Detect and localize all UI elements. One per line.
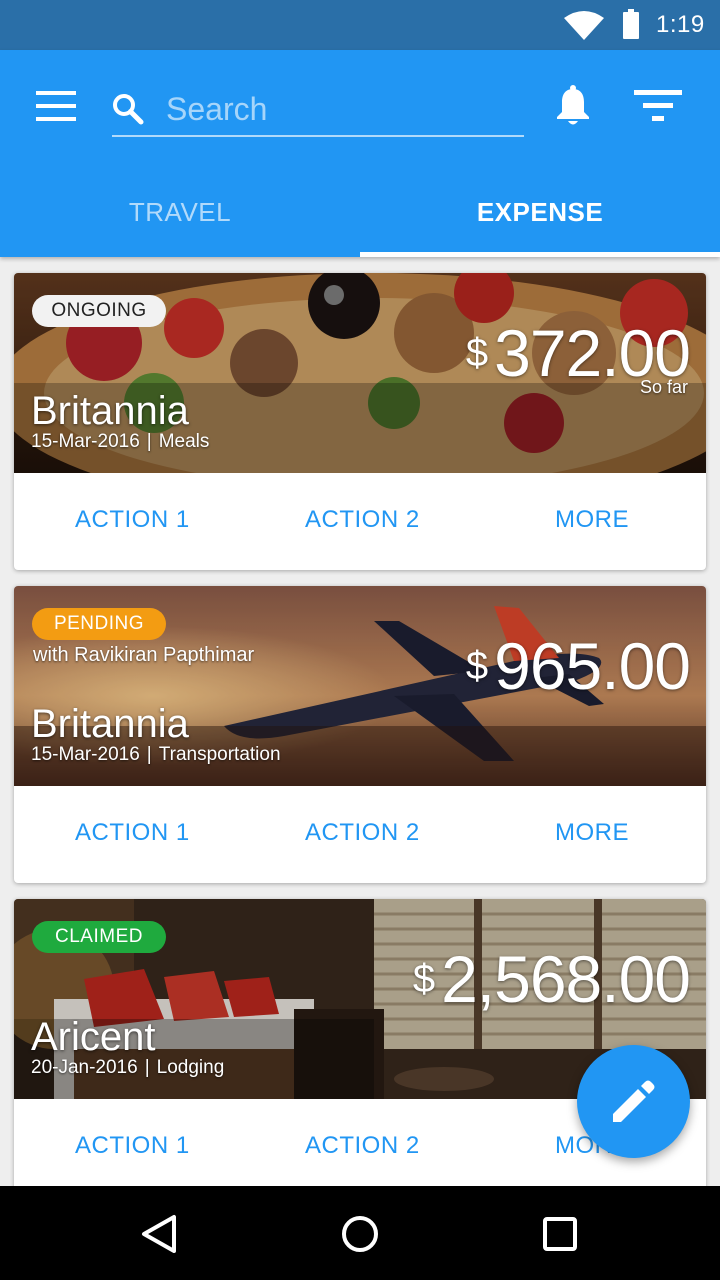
expense-card[interactable]: CLAIMED $2,568.00 Aricent 20-Jan-2016 | Lo… [14, 899, 706, 1196]
expense-amount: $965.00 [465, 628, 691, 704]
search-icon [113, 94, 144, 125]
card-date: 20-Jan-2016 [31, 1057, 138, 1078]
more-button[interactable]: MORE [555, 506, 629, 534]
nav-recents-icon[interactable] [542, 1216, 578, 1252]
amount-value: 2,568.00 [441, 942, 691, 1016]
system-nav-bar [0, 1186, 720, 1280]
card-title: Aricent [31, 1015, 156, 1059]
card-image-meals: ONGOING $372.00 So far Britannia 15-Mar-… [14, 273, 706, 473]
tab-bar: TRAVEL EXPENSE [0, 190, 720, 257]
card-category: Lodging [156, 1057, 225, 1078]
menu-icon[interactable] [36, 91, 76, 121]
card-actions: ACTION 1 ACTION 2 MORE [14, 786, 706, 883]
expense-amount: $2,568.00 [412, 941, 691, 1017]
card-date: 15-Mar-2016 [31, 431, 140, 452]
amount-value: 965.00 [494, 629, 691, 703]
card-actions: ACTION 1 ACTION 2 MORE [14, 473, 706, 570]
card-title: Britannia [31, 389, 189, 433]
tab-indicator [360, 252, 720, 257]
currency-symbol: $ [412, 957, 436, 1001]
action-2-button[interactable]: ACTION 2 [305, 819, 420, 847]
card-category: Meals [158, 431, 210, 452]
tab-travel[interactable]: TRAVEL [0, 190, 360, 257]
search-input[interactable] [166, 89, 516, 129]
action-2-button[interactable]: ACTION 2 [305, 506, 420, 534]
bell-icon[interactable] [555, 85, 591, 127]
action-1-button[interactable]: ACTION 1 [75, 1132, 190, 1160]
more-button[interactable]: MORE [555, 819, 629, 847]
currency-symbol: $ [465, 644, 489, 688]
filter-icon[interactable] [634, 90, 682, 122]
card-image-transportation: PENDING with Ravikiran Papthimar $965.00… [14, 586, 706, 786]
edit-pencil-icon [613, 1080, 655, 1122]
nav-home-icon[interactable] [340, 1214, 380, 1254]
card-subtitle: with Ravikiran Papthimar [33, 644, 255, 666]
card-meta: 15-Mar-2016 | Meals [31, 431, 210, 452]
card-category: Transportation [158, 744, 281, 765]
card-title: Britannia [31, 702, 189, 746]
status-time: 1:19 [656, 11, 705, 38]
card-meta: 15-Mar-2016 | Transportation [31, 744, 281, 765]
status-badge: PENDING [32, 608, 166, 640]
app-bar: TRAVEL EXPENSE [0, 50, 720, 257]
tab-expense[interactable]: EXPENSE [360, 190, 720, 257]
action-1-button[interactable]: ACTION 1 [75, 819, 190, 847]
status-badge: CLAIMED [32, 921, 166, 953]
action-2-button[interactable]: ACTION 2 [305, 1132, 420, 1160]
status-badge: ONGOING [32, 295, 166, 327]
battery-icon [623, 9, 639, 39]
amount-note: So far [639, 377, 688, 397]
status-bar: 1:19 [0, 0, 720, 50]
card-date: 15-Mar-2016 [31, 744, 140, 765]
action-1-button[interactable]: ACTION 1 [75, 506, 190, 534]
wifi-icon [564, 11, 604, 40]
expense-card[interactable]: ONGOING $372.00 So far Britannia 15-Mar-… [14, 273, 706, 570]
currency-symbol: $ [465, 331, 489, 375]
expense-card[interactable]: PENDING with Ravikiran Papthimar $965.00… [14, 586, 706, 883]
card-meta: 20-Jan-2016 | Lodging [31, 1057, 225, 1078]
search-bar [112, 83, 524, 137]
nav-back-icon[interactable] [140, 1214, 178, 1254]
new-expense-fab[interactable] [577, 1045, 690, 1158]
